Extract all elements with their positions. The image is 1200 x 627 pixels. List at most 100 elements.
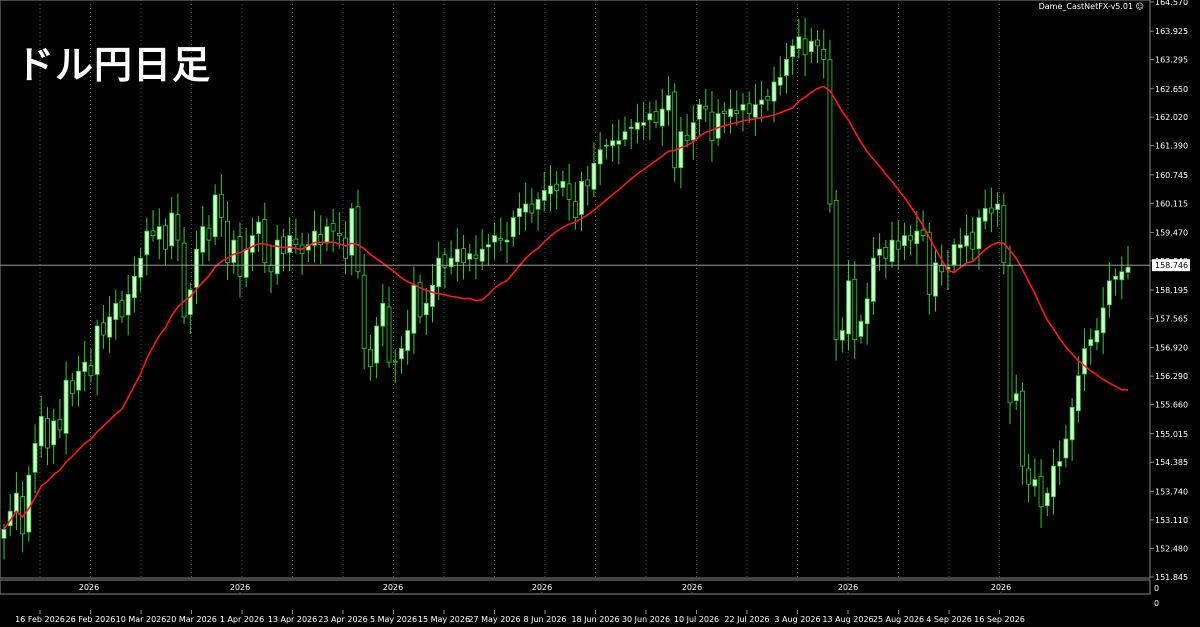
x-tick-label: 13 Apr 2026	[268, 615, 317, 624]
candle-body	[560, 180, 566, 188]
y-tick-label: 152.480	[1155, 544, 1188, 553]
candle-body	[734, 110, 740, 115]
candle-body	[392, 360, 398, 363]
candle-body	[591, 162, 597, 190]
candle-body	[579, 180, 584, 215]
candle-body	[982, 208, 988, 222]
candle-body	[597, 149, 603, 165]
y-tick-label: 159.470	[1155, 228, 1188, 237]
candle-body	[479, 248, 485, 262]
candle-body	[653, 111, 659, 124]
candle-body	[1007, 265, 1013, 404]
candle-body	[902, 235, 907, 246]
candle-body	[1100, 307, 1106, 334]
candle-body	[957, 244, 963, 249]
candle-body	[833, 199, 839, 340]
candle-body	[249, 235, 255, 253]
y-tick-label: 151.845	[1155, 573, 1188, 582]
candle-body	[622, 131, 628, 140]
candle-body	[361, 274, 367, 349]
candle-body	[26, 474, 32, 533]
candle-body	[1125, 266, 1131, 273]
y-tick-label: 156.290	[1155, 372, 1188, 381]
candle-body	[964, 235, 969, 247]
candle-body	[200, 226, 206, 253]
candle-body	[697, 104, 702, 120]
y-tick-label: 155.660	[1155, 401, 1188, 410]
subwindow-value-2: 0	[1154, 599, 1159, 608]
candle-body	[1075, 375, 1081, 412]
candle-body	[212, 194, 218, 238]
x-tick-label: 16 Feb 2026	[15, 615, 65, 624]
x-tick-label: 22 Jul 2026	[724, 615, 769, 624]
candle-body	[268, 265, 274, 273]
candle-body	[336, 233, 342, 237]
x-tick-label: 16 Sep 2026	[974, 615, 1025, 624]
candle-body	[113, 302, 119, 320]
candle-body	[1032, 479, 1038, 487]
y-tick-label: 160.745	[1155, 171, 1188, 180]
subwindow-value: 0	[1154, 584, 1159, 593]
candle-body	[939, 265, 945, 273]
candle-body	[69, 380, 75, 395]
candle-body	[647, 113, 653, 121]
candle-body	[411, 284, 417, 334]
candle-body	[45, 418, 50, 449]
candle-body	[976, 217, 982, 250]
candle-body	[970, 231, 976, 250]
subwindow-frame	[0, 579, 1151, 595]
candle-body	[635, 122, 640, 130]
candle-body	[1026, 468, 1032, 485]
candle-body	[454, 248, 460, 263]
candle-body	[1057, 461, 1063, 467]
candle-body	[100, 322, 106, 336]
candle-body	[380, 302, 386, 327]
candle-body	[187, 289, 193, 315]
x-tick-label: 5 May 2026	[370, 615, 417, 624]
candle-body	[603, 144, 609, 147]
price-chart: 164.570 163.925 163.295 162.650 162.020 161.3…	[0, 0, 1190, 624]
candle-body	[827, 59, 833, 205]
subwindow-year-label: 2026	[230, 583, 250, 592]
moving-average-line	[3, 85, 1129, 530]
candle-body	[678, 131, 684, 169]
candle-body	[1106, 280, 1112, 306]
candle-body	[156, 226, 162, 240]
candle-body	[721, 110, 727, 115]
candle-body	[777, 77, 783, 86]
candle-body	[1069, 406, 1075, 441]
candle-body	[914, 230, 920, 245]
candle-body	[846, 280, 851, 335]
candle-body	[858, 321, 864, 337]
x-tick-label: 15 May 2026	[418, 615, 470, 624]
x-tick-label: 20 Mar 2026	[166, 615, 217, 624]
x-tick-label: 3 Aug 2026	[774, 615, 820, 624]
candle-body	[889, 239, 895, 262]
candle-body	[287, 235, 293, 253]
candle-body	[374, 325, 379, 364]
candle-body	[535, 199, 541, 210]
candle-body	[355, 206, 361, 273]
candle-body	[132, 275, 137, 299]
candle-body	[1001, 204, 1007, 264]
x-tick-label: 1 Apr 2026	[220, 615, 264, 624]
candle-body	[243, 248, 249, 278]
x-tick-label: 27 May 2026	[468, 615, 520, 624]
candle-body	[765, 96, 771, 101]
x-tick-label: 10 Mar 2026	[116, 615, 167, 624]
candle-body	[399, 348, 404, 360]
candle-body	[262, 218, 268, 264]
candle-body	[790, 45, 796, 58]
candle-body	[753, 104, 758, 118]
y-tick-label: 163.925	[1155, 27, 1188, 36]
candle-body	[548, 185, 553, 195]
candle-body	[883, 247, 889, 259]
x-tick-label: 23 Apr 2026	[318, 615, 367, 624]
x-tick-label: 25 Aug 2026	[873, 615, 924, 624]
candle-body	[194, 248, 199, 288]
candle-body	[728, 108, 733, 118]
x-tick-label: 10 Jul 2026	[674, 615, 719, 624]
y-tick-label: 154.385	[1155, 458, 1188, 467]
candle-body	[293, 238, 299, 246]
candle-body	[1113, 275, 1118, 280]
